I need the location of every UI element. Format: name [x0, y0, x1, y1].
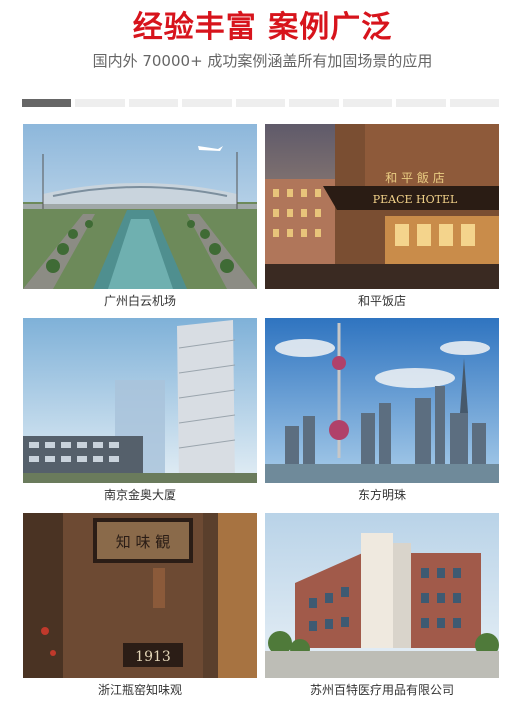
hotel-sign-chars: 和 平 飯 店	[385, 170, 444, 185]
skyscraper-photo	[23, 318, 257, 483]
case-card-skyscraper[interactable]: 南京金奥大厦	[23, 318, 257, 506]
case-caption: 南京金奥大厦	[103, 488, 176, 502]
pager-segment[interactable]	[128, 99, 179, 107]
factory-photo	[265, 513, 499, 678]
skyline-photo	[265, 318, 499, 483]
pager-segment[interactable]	[22, 99, 72, 107]
case-card-factory[interactable]: 苏州百特医疗用品有限公司	[265, 513, 499, 701]
restaurant-year-sign: 1913	[135, 649, 171, 665]
case-card-hotel[interactable]: 和 平 飯 店 PEACE HOTEL 和平饭店	[265, 124, 499, 312]
pager-segment[interactable]	[449, 99, 499, 107]
page-title: 经验丰富 案例广泛	[132, 10, 393, 45]
case-caption: 苏州百特医疗用品有限公司	[309, 683, 454, 697]
page-subtitle: 国内外 70000+ 成功案例涵盖所有加固场景的应用	[92, 52, 433, 70]
pager-segment[interactable]	[182, 99, 232, 107]
case-card-skyline[interactable]: 东方明珠	[265, 318, 499, 506]
case-card-restaurant[interactable]: 知 味 観 1913 浙江瓶窑知味观	[23, 513, 257, 701]
case-caption: 浙江瓶窑知味观	[97, 683, 182, 697]
pager-segment[interactable]	[235, 99, 286, 107]
carousel-pager	[22, 99, 499, 107]
pager-segment[interactable]	[396, 99, 446, 107]
case-caption: 东方明珠	[357, 488, 406, 502]
pager-segment[interactable]	[75, 99, 125, 107]
hotel-sign-text: PEACE HOTEL	[373, 193, 458, 206]
case-caption: 和平饭店	[357, 294, 406, 308]
case-card-airport[interactable]: 广州白云机场	[23, 124, 257, 312]
restaurant-photo: 知 味 観 1913	[23, 513, 257, 678]
case-caption: 广州白云机场	[103, 294, 176, 308]
pager-segment[interactable]	[289, 99, 339, 107]
hotel-photo: 和 平 飯 店 PEACE HOTEL	[265, 124, 499, 289]
restaurant-sign-chars: 知 味 観	[116, 533, 171, 551]
airport-photo	[23, 124, 257, 289]
pager-segment[interactable]	[342, 99, 393, 107]
